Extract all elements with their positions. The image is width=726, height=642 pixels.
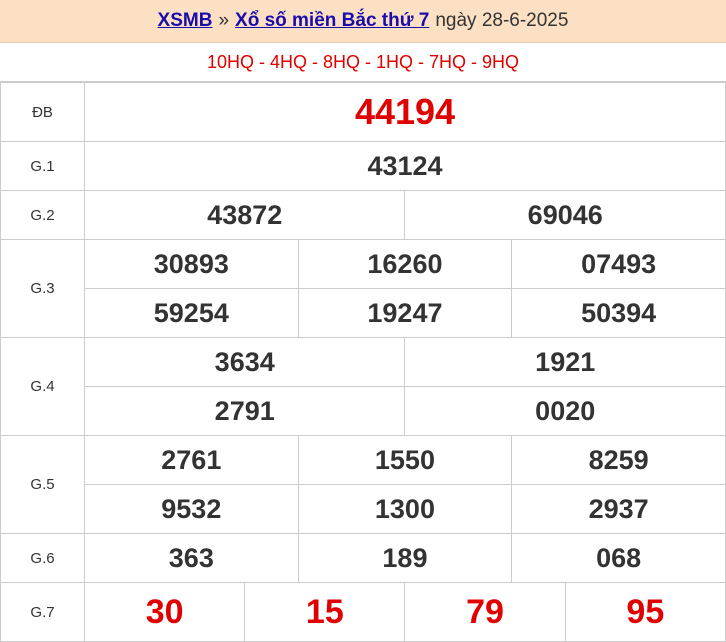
prize-row-g4b: 2791 0020 <box>1 386 726 436</box>
special-prize-number: 44194 <box>84 82 726 142</box>
prize-row-g6: G.6 363 189 068 <box>0 533 726 583</box>
prize-row-g5: G.5 2761 1550 8259 <box>0 435 726 534</box>
xsmb-link[interactable]: XSMB <box>158 10 213 32</box>
prize-number: 2791 <box>83 386 406 436</box>
draw-date: ngày 28-6-2025 <box>435 10 569 31</box>
prize-row-g3b: 59254 19247 50394 <box>1 288 726 338</box>
results-table: ĐB 44194 G.1 43124 G.2 43872 69046 G.3 3… <box>0 82 726 642</box>
prize-number: 15 <box>244 582 406 642</box>
prize-label: G.1 <box>0 141 85 191</box>
prize-number: 50394 <box>511 288 726 338</box>
prize-label: G.7 <box>0 582 85 642</box>
prize-number: 16260 <box>297 239 513 289</box>
breadcrumb-separator: » <box>218 10 230 31</box>
prize-number: 59254 <box>84 288 299 338</box>
prize-row-g3: G.3 30893 16260 07493 <box>0 239 726 338</box>
prize-label: G.5 <box>0 435 85 534</box>
prize-number: 189 <box>297 533 513 583</box>
prize-row-g2: G.2 43872 69046 <box>0 190 726 240</box>
prize-number: 1921 <box>404 337 726 387</box>
prize-label: G.3 <box>0 239 85 338</box>
prize-number: 43124 <box>84 141 726 191</box>
prize-row-g5b: 9532 1300 2937 <box>1 484 726 534</box>
prize-label: G.6 <box>0 533 85 583</box>
lottery-result-card: XSMB » Xổ số miền Bắc thứ 7 ngày 28-6-20… <box>0 0 726 642</box>
prize-number: 2761 <box>84 435 299 485</box>
prize-row-g7: G.7 30 15 79 95 <box>0 582 726 642</box>
prize-label: G.4 <box>0 337 85 436</box>
prize-label: ĐB <box>0 82 85 142</box>
prize-label: G.2 <box>0 190 85 240</box>
prize-row-g4: G.4 3634 1921 <box>0 337 726 436</box>
prize-number: 95 <box>564 582 726 642</box>
prize-number: 2937 <box>511 484 726 534</box>
prize-number: 30 <box>83 582 246 642</box>
prize-number: 69046 <box>404 190 726 240</box>
prize-number: 07493 <box>511 239 726 289</box>
special-codes: 10HQ - 4HQ - 8HQ - 1HQ - 7HQ - 9HQ <box>0 43 726 82</box>
prize-number: 79 <box>404 582 566 642</box>
prize-number: 9532 <box>84 484 299 534</box>
prize-number: 1550 <box>297 435 513 485</box>
prize-number: 8259 <box>511 435 726 485</box>
prize-number: 30893 <box>84 239 299 289</box>
prize-row-g1: G.1 43124 <box>0 141 726 191</box>
weekday-result-link[interactable]: Xổ số miền Bắc thứ 7 <box>235 10 429 32</box>
result-header: XSMB » Xổ số miền Bắc thứ 7 ngày 28-6-20… <box>0 0 726 43</box>
prize-number: 3634 <box>83 337 406 387</box>
prize-row-db: ĐB 44194 <box>0 82 726 142</box>
prize-number: 363 <box>84 533 299 583</box>
prize-number: 43872 <box>83 190 406 240</box>
prize-number: 1300 <box>297 484 513 534</box>
prize-number: 19247 <box>297 288 513 338</box>
prize-number: 068 <box>511 533 726 583</box>
prize-number: 0020 <box>404 386 726 436</box>
